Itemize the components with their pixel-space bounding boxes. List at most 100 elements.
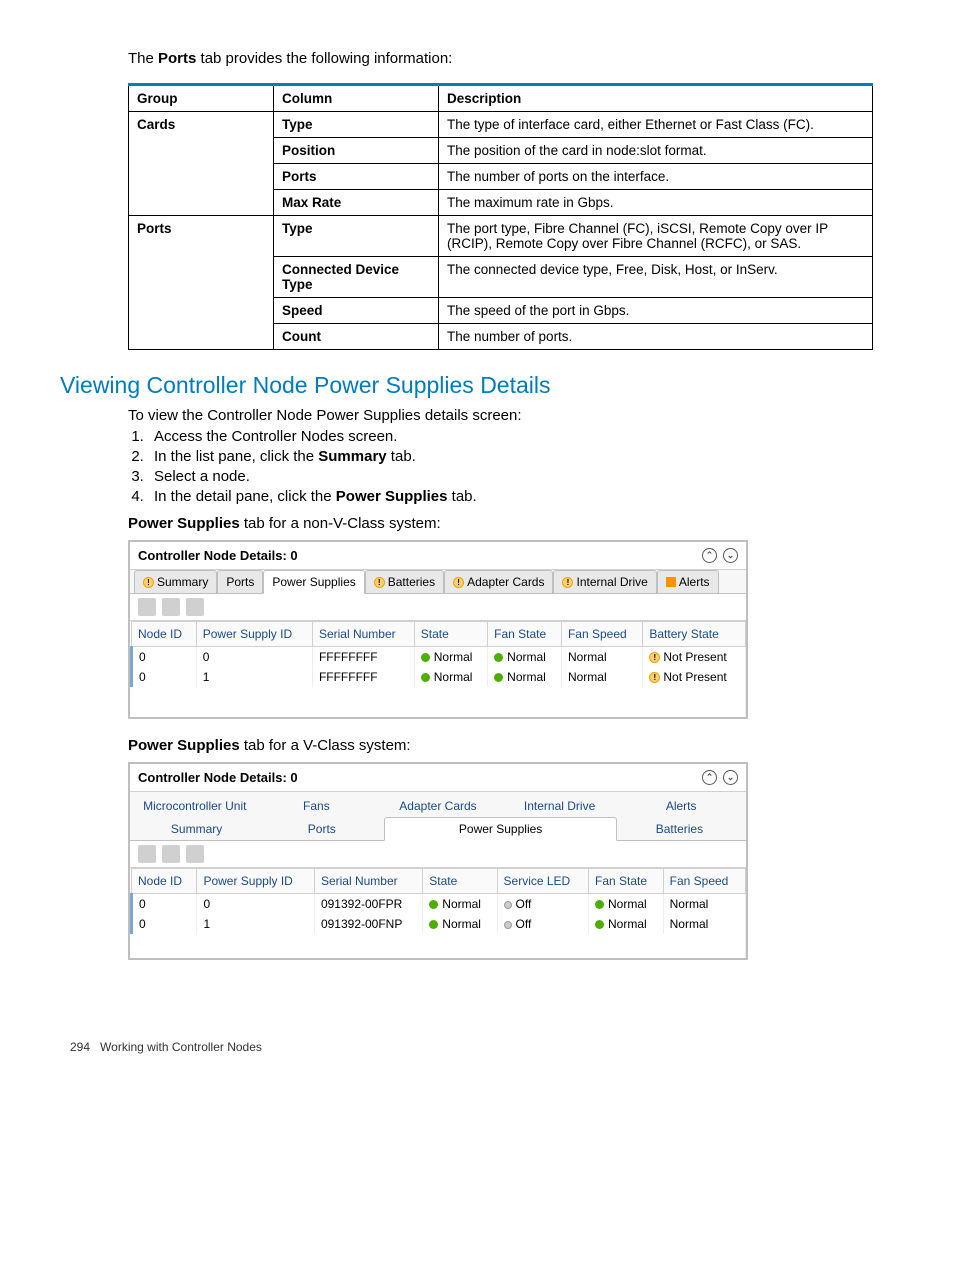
toolbar xyxy=(130,841,746,868)
collapse-up-icon[interactable]: ⌃ xyxy=(702,770,717,785)
col-cell: Connected Device Type xyxy=(274,257,439,298)
desc-cell: The connected device type, Free, Disk, H… xyxy=(439,257,873,298)
col-fanstate[interactable]: Fan State xyxy=(589,869,664,894)
tab-ports[interactable]: Ports xyxy=(217,570,263,593)
grid-row[interactable]: 0 0 091392-00FPR Normal Off Normal Norma… xyxy=(132,894,746,915)
grid-row[interactable]: 0 0 FFFFFFFF Normal Normal Normal !Not P… xyxy=(132,647,746,668)
grid-row[interactable]: 0 1 091392-00FNP Normal Off Normal Norma… xyxy=(132,914,746,934)
collapse-down-icon[interactable]: ⌄ xyxy=(723,770,738,785)
desc-cell: The speed of the port in Gbps. xyxy=(439,298,873,324)
collapse-up-icon[interactable]: ⌃ xyxy=(702,548,717,563)
tab-alerts[interactable]: Alerts xyxy=(620,794,742,817)
col-psid[interactable]: Power Supply ID xyxy=(197,869,315,894)
footer-title: Working with Controller Nodes xyxy=(100,1040,262,1054)
panel-titlebar: Controller Node Details: 0 ⌃ ⌄ xyxy=(130,764,746,792)
power-supplies-grid: Node ID Power Supply ID Serial Number St… xyxy=(130,621,746,717)
intro-pre: The xyxy=(128,50,158,67)
toolbar xyxy=(130,594,746,621)
ports-definition-table: Group Column Description Cards Type The … xyxy=(128,83,873,350)
cell-state: Normal xyxy=(414,647,487,668)
status-dot-icon xyxy=(494,653,503,662)
grid-row[interactable]: 0 1 FFFFFFFF Normal Normal Normal !Not P… xyxy=(132,667,746,687)
step-2: In the list pane, click the Summary tab. xyxy=(148,448,894,465)
step-1: Access the Controller Nodes screen. xyxy=(148,428,894,445)
caption-vclass: Power Supplies tab for a V-Class system: xyxy=(128,737,894,754)
status-dot-icon xyxy=(421,653,430,662)
col-state[interactable]: State xyxy=(414,622,487,647)
col-state[interactable]: State xyxy=(423,869,497,894)
caption-nonvclass: Power Supplies tab for a non-V-Class sys… xyxy=(128,515,894,532)
cell-fanspeed: Normal xyxy=(561,667,642,687)
warning-icon: ! xyxy=(143,577,154,588)
tab-fans[interactable]: Fans xyxy=(256,794,378,817)
table-row: Ports Type The port type, Fibre Channel … xyxy=(129,216,873,257)
intro-bold: Ports xyxy=(158,50,196,67)
status-dot-icon xyxy=(595,920,604,929)
tool-icon[interactable] xyxy=(138,598,156,616)
cell-fanspeed: Normal xyxy=(663,894,745,915)
col-fanspeed[interactable]: Fan Speed xyxy=(561,622,642,647)
desc-cell: The port type, Fibre Channel (FC), iSCSI… xyxy=(439,216,873,257)
col-nodeid[interactable]: Node ID xyxy=(132,622,197,647)
panel-vclass: Controller Node Details: 0 ⌃ ⌄ Microcont… xyxy=(128,762,748,960)
col-serial[interactable]: Serial Number xyxy=(314,869,422,894)
tab-batteries[interactable]: Batteries xyxy=(617,817,742,840)
col-fanspeed[interactable]: Fan Speed xyxy=(663,869,745,894)
cell-psid: 0 xyxy=(196,647,312,668)
col-cell: Speed xyxy=(274,298,439,324)
tab-adapter-cards[interactable]: Adapter Cards xyxy=(377,794,499,817)
collapse-down-icon[interactable]: ⌄ xyxy=(723,548,738,563)
tool-icon[interactable] xyxy=(186,598,204,616)
warning-icon: ! xyxy=(374,577,385,588)
tool-icon[interactable] xyxy=(186,845,204,863)
tab-batteries[interactable]: !Batteries xyxy=(365,570,444,593)
step-3: Select a node. xyxy=(148,468,894,485)
table-row: Cards Type The type of interface card, e… xyxy=(129,112,873,138)
tab-internal-drive[interactable]: Internal Drive xyxy=(499,794,621,817)
tab-row: Microcontroller Unit Fans Adapter Cards … xyxy=(130,792,746,841)
tab-adapter-cards[interactable]: !Adapter Cards xyxy=(444,570,553,593)
tab-alerts[interactable]: Alerts xyxy=(657,570,719,593)
led-off-icon xyxy=(504,921,512,929)
cell-nodeid: 0 xyxy=(132,667,197,687)
tab-ports[interactable]: Ports xyxy=(259,817,384,840)
warning-icon: ! xyxy=(649,672,660,683)
group-ports: Ports xyxy=(129,216,274,350)
tool-icon[interactable] xyxy=(138,845,156,863)
col-fanstate[interactable]: Fan State xyxy=(488,622,562,647)
section-heading: Viewing Controller Node Power Supplies D… xyxy=(60,372,894,399)
cell-battery: !Not Present xyxy=(643,647,746,668)
col-cell: Max Rate xyxy=(274,190,439,216)
intro-post: tab provides the following information: xyxy=(196,50,452,67)
col-nodeid[interactable]: Node ID xyxy=(132,869,197,894)
intro-paragraph: The Ports tab provides the following inf… xyxy=(128,50,894,67)
tool-icon[interactable] xyxy=(162,845,180,863)
cell-nodeid: 0 xyxy=(132,914,197,934)
tool-icon[interactable] xyxy=(162,598,180,616)
cell-serviceled: Off xyxy=(497,894,588,915)
col-psid[interactable]: Power Supply ID xyxy=(196,622,312,647)
tab-power-supplies[interactable]: Power Supplies xyxy=(384,817,616,841)
power-supplies-grid: Node ID Power Supply ID Serial Number St… xyxy=(130,868,746,958)
cell-nodeid: 0 xyxy=(132,894,197,915)
status-dot-icon xyxy=(595,900,604,909)
col-cell: Type xyxy=(274,112,439,138)
col-battery[interactable]: Battery State xyxy=(643,622,746,647)
tab-internal-drive[interactable]: !Internal Drive xyxy=(553,570,656,593)
tab-summary[interactable]: !Summary xyxy=(134,570,217,593)
col-serial[interactable]: Serial Number xyxy=(312,622,414,647)
cell-battery: !Not Present xyxy=(643,667,746,687)
tab-mcu[interactable]: Microcontroller Unit xyxy=(134,794,256,817)
panel-nonvclass: Controller Node Details: 0 ⌃ ⌄ !Summary … xyxy=(128,540,748,719)
desc-cell: The number of ports on the interface. xyxy=(439,164,873,190)
cell-fanstate: Normal xyxy=(589,914,664,934)
th-column: Column xyxy=(274,85,439,112)
cell-fanstate: Normal xyxy=(488,647,562,668)
cell-state: Normal xyxy=(423,894,497,915)
cell-psid: 0 xyxy=(197,894,315,915)
col-serviceled[interactable]: Service LED xyxy=(497,869,588,894)
page-footer: 294 Working with Controller Nodes xyxy=(70,1040,894,1054)
tab-summary[interactable]: Summary xyxy=(134,817,259,840)
alert-icon xyxy=(666,577,676,587)
tab-power-supplies[interactable]: Power Supplies xyxy=(263,570,364,594)
